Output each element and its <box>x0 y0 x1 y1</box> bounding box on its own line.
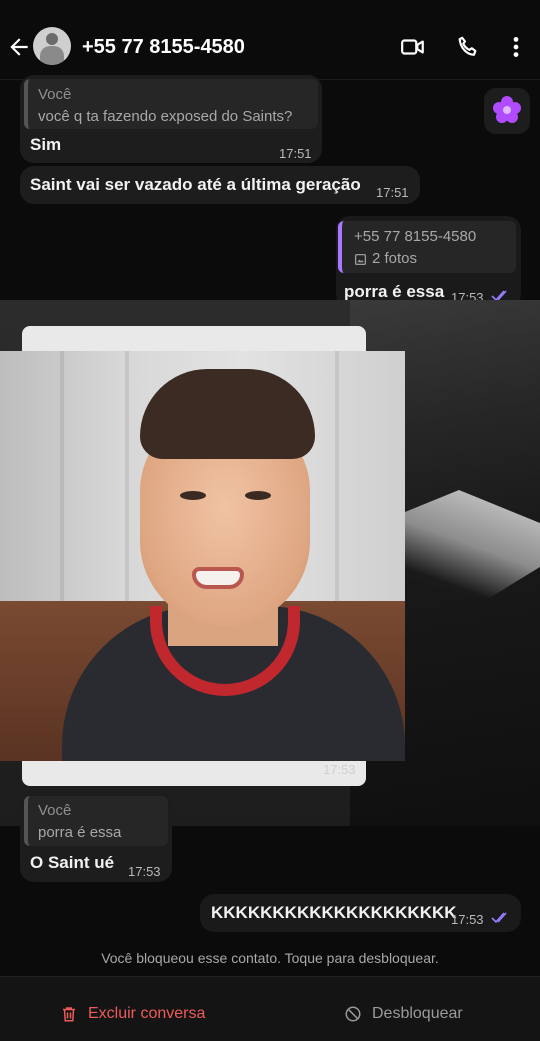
message-text: Saint vai ser vazado até a última geraçã… <box>30 175 361 194</box>
blocked-notice[interactable]: Você bloqueou esse contato. Toque para d… <box>0 950 540 966</box>
avatar[interactable] <box>33 27 71 65</box>
photo-icon <box>354 253 367 266</box>
sticker[interactable] <box>484 88 530 134</box>
message-bubble-outgoing[interactable]: +55 77 8155-4580 2 fotos porra é essa 17… <box>336 216 521 308</box>
quote-text: 2 fotos <box>372 250 418 267</box>
trash-icon[interactable] <box>60 1005 78 1023</box>
message-time: 17:51 <box>279 146 312 161</box>
quoted-message[interactable]: Você você q ta fazendo exposed do Saints… <box>24 79 318 129</box>
more-vert-icon[interactable] <box>503 34 529 60</box>
quote-text: porra é essa <box>38 824 122 841</box>
message-time: 17:51 <box>376 185 409 200</box>
unblock-button[interactable]: Desbloquear <box>372 1005 463 1023</box>
quote-author: +55 77 8155-4580 <box>354 228 477 245</box>
message-text: O Saint ué <box>30 853 115 872</box>
message-bubble-outgoing[interactable]: KKKKKKKKKKKKKKKKKKKK 17:53 <box>200 894 521 932</box>
phone-icon[interactable] <box>455 34 481 60</box>
block-icon[interactable] <box>344 1005 362 1023</box>
chat-header: +55 77 8155-4580 <box>0 0 540 80</box>
message-bubble-incoming[interactable]: Você porra é essa O Saint ué 17:53 <box>20 790 172 882</box>
portrait-photo[interactable] <box>0 351 405 761</box>
bottom-action-bar: Excluir conversa Desbloquear <box>0 976 540 1041</box>
contact-name[interactable]: +55 77 8155-4580 <box>82 36 245 59</box>
flower-sticker-icon <box>493 96 521 123</box>
message-time: 17:53 <box>451 912 484 927</box>
quoted-message[interactable]: Você porra é essa <box>24 796 168 846</box>
quoted-message[interactable]: +55 77 8155-4580 2 fotos <box>338 221 516 273</box>
photo-message[interactable]: 17:53 <box>0 300 540 826</box>
photo-time: 17:53 <box>323 762 356 777</box>
message-bubble-incoming[interactable]: Você você q ta fazendo exposed do Saints… <box>20 75 322 163</box>
back-arrow-icon[interactable] <box>6 34 32 60</box>
message-text: KKKKKKKKKKKKKKKKKKKK <box>211 903 457 922</box>
quote-text: você q ta fazendo exposed do Saints? <box>38 108 293 125</box>
message-bubble-incoming[interactable]: Saint vai ser vazado até a última geraçã… <box>20 166 420 204</box>
message-text: Sim <box>30 135 62 154</box>
quote-author: Você <box>38 86 72 103</box>
quote-author: Você <box>38 802 72 819</box>
video-call-icon[interactable] <box>400 34 426 60</box>
message-time: 17:53 <box>128 864 161 879</box>
message-text: porra é essa <box>344 282 445 301</box>
delete-conversation-button[interactable]: Excluir conversa <box>88 1005 205 1023</box>
read-check-icon <box>491 912 507 924</box>
